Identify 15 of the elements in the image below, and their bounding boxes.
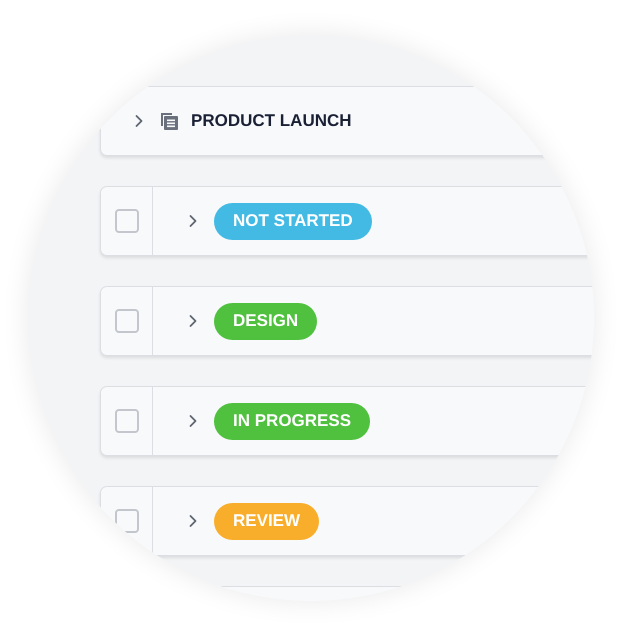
status-tag: REVIEW [214,502,320,540]
status-tag: IN PROGRESS [214,402,370,440]
chevron-right-icon[interactable] [188,514,198,528]
status-tag: DESIGN [214,302,318,340]
checkbox[interactable] [114,509,138,533]
chevron-right-icon[interactable] [188,414,198,428]
documents-icon [160,112,178,130]
checkbox[interactable] [114,409,138,433]
checkbox[interactable] [114,209,138,233]
chevron-right-icon[interactable] [188,214,198,228]
checkbox[interactable] [114,309,138,333]
status-tag: NOT STARTED [214,202,372,240]
project-title[interactable]: PRODUCT LAUNCH [191,108,352,134]
chevron-right-icon[interactable] [134,114,144,128]
chevron-right-icon[interactable] [188,314,198,328]
